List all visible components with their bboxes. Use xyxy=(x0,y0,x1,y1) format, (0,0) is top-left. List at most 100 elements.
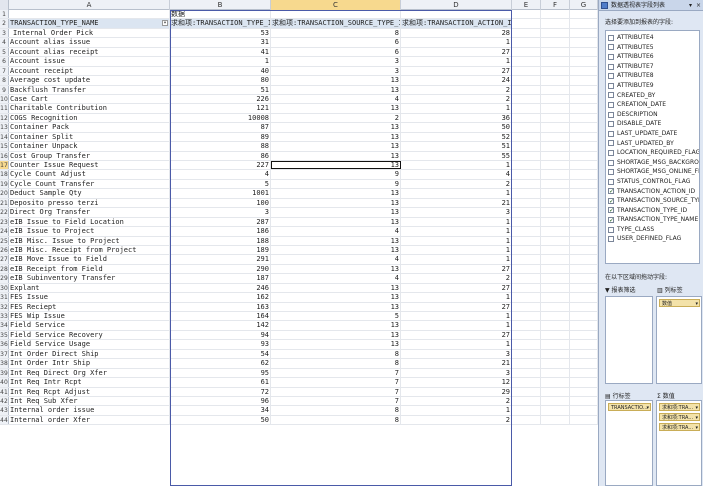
empty-cell[interactable] xyxy=(570,368,598,378)
sum-action-id-cell[interactable]: 12 xyxy=(401,378,512,387)
empty-cell[interactable] xyxy=(512,349,541,359)
sum-action-id-cell[interactable]: 4 xyxy=(401,170,512,179)
field-item[interactable]: STATUS_CONTROL_FLAG xyxy=(608,177,699,187)
transaction-type-name-cell[interactable]: FES Wip Issue xyxy=(9,312,170,321)
empty-cell[interactable] xyxy=(541,330,570,340)
sum-source-type-id-cell[interactable]: 13 xyxy=(271,151,401,160)
sum-action-id-cell[interactable]: 1 xyxy=(401,236,512,245)
empty-cell[interactable] xyxy=(570,264,598,274)
field-item[interactable]: ATTRIBUTE5 xyxy=(608,43,699,53)
transaction-type-name-cell[interactable]: Int Order Direct Ship xyxy=(9,349,170,359)
transaction-type-name-cell[interactable]: Deposito presso terzi xyxy=(9,198,170,208)
row-number[interactable]: 30 xyxy=(0,283,9,293)
sum-action-id-cell[interactable]: 50 xyxy=(401,123,512,132)
empty-cell[interactable] xyxy=(541,264,570,274)
sum-source-type-id-cell[interactable]: 8 xyxy=(271,415,401,425)
sum-type-id-cell[interactable]: 41 xyxy=(170,47,271,57)
row-number[interactable]: 26 xyxy=(0,245,9,255)
row-number[interactable]: 35 xyxy=(0,330,9,340)
empty-cell[interactable] xyxy=(570,151,598,160)
empty-cell[interactable] xyxy=(541,227,570,236)
empty-cell[interactable] xyxy=(512,321,541,330)
empty-cell[interactable] xyxy=(570,179,598,189)
row-number[interactable]: 11 xyxy=(0,104,9,113)
header-sum-action-id[interactable]: 求和项:TRANSACTION_ACTION_ID xyxy=(401,19,512,28)
sum-type-id-cell[interactable]: 164 xyxy=(170,312,271,321)
row-number[interactable]: 41 xyxy=(0,387,9,396)
row-number[interactable]: 31 xyxy=(0,293,9,302)
sum-source-type-id-cell[interactable]: 13 xyxy=(271,76,401,85)
checkbox-icon[interactable] xyxy=(608,111,614,118)
sum-source-type-id-cell[interactable]: 13 xyxy=(271,283,401,293)
transaction-type-name-cell[interactable]: Counter Issue Request xyxy=(9,161,170,170)
sum-source-type-id-cell[interactable]: 13 xyxy=(271,198,401,208)
empty-cell[interactable] xyxy=(512,378,541,387)
sum-type-id-cell[interactable]: 72 xyxy=(170,387,271,396)
row-field-chip[interactable]: TRANSACTIO... ▾ xyxy=(608,403,651,411)
sum-action-id-cell[interactable]: 2 xyxy=(401,179,512,189)
sum-source-type-id-cell[interactable]: 13 xyxy=(271,123,401,132)
sum-type-id-cell[interactable]: 62 xyxy=(170,359,271,368)
checked-checkbox-icon[interactable]: ✓ xyxy=(608,188,614,195)
sum-action-id-cell[interactable]: 3 xyxy=(401,349,512,359)
sum-source-type-id-cell[interactable]: 13 xyxy=(271,85,401,94)
empty-cell[interactable] xyxy=(570,189,598,198)
empty-cell[interactable] xyxy=(512,227,541,236)
header-sum-source-type-id[interactable]: 求和项:TRANSACTION_SOURCE_TYPE_ID xyxy=(271,19,401,28)
row-number[interactable]: 42 xyxy=(0,396,9,406)
sum-action-id-cell[interactable]: 1 xyxy=(401,57,512,66)
row-number[interactable]: 13 xyxy=(0,123,9,132)
cell-c1[interactable] xyxy=(271,10,401,19)
empty-cell[interactable] xyxy=(541,293,570,302)
empty-cell[interactable] xyxy=(512,255,541,264)
field-item[interactable]: ✓TRANSACTION_SOURCE_TYPE_ID xyxy=(608,196,699,206)
field-item[interactable]: ✓ TRANSACTION_ACTION_ID xyxy=(608,187,699,197)
sum-type-id-cell[interactable]: 96 xyxy=(170,396,271,406)
transaction-type-name-cell[interactable]: Container Split xyxy=(9,132,170,142)
sum-type-id-cell[interactable]: 54 xyxy=(170,349,271,359)
sum-action-id-cell[interactable]: 2 xyxy=(401,415,512,425)
sum-action-id-cell[interactable]: 52 xyxy=(401,132,512,142)
cell-e1[interactable] xyxy=(512,10,541,19)
transaction-type-name-cell[interactable]: FES Reciept xyxy=(9,302,170,311)
column-header-b[interactable]: B xyxy=(170,0,271,10)
transaction-type-name-cell[interactable]: Int Req Sub Xfer xyxy=(9,396,170,406)
row-number[interactable]: 28 xyxy=(0,264,9,274)
transaction-type-name-cell[interactable]: Internal order Xfer xyxy=(9,415,170,425)
empty-cell[interactable] xyxy=(541,302,570,311)
empty-cell[interactable] xyxy=(541,208,570,217)
empty-cell[interactable] xyxy=(512,396,541,406)
transaction-type-name-cell[interactable]: Account issue xyxy=(9,57,170,66)
empty-cell[interactable] xyxy=(570,123,598,132)
empty-cell[interactable] xyxy=(512,113,541,123)
column-header-a[interactable]: A xyxy=(9,0,170,10)
empty-cell[interactable] xyxy=(541,378,570,387)
empty-cell[interactable] xyxy=(512,274,541,283)
field-item[interactable]: USER_DEFINED_FLAG xyxy=(608,234,699,244)
checkbox-icon[interactable] xyxy=(608,73,614,80)
pane-menu-icon[interactable]: ▾ xyxy=(689,0,692,11)
sum-type-id-cell[interactable]: 61 xyxy=(170,378,271,387)
empty-cell[interactable] xyxy=(541,76,570,85)
transaction-type-name-cell[interactable]: Account receipt xyxy=(9,66,170,76)
field-item[interactable]: ATTRIBUTE4 xyxy=(608,33,699,43)
sum-source-type-id-cell[interactable]: 8 xyxy=(271,349,401,359)
row-number[interactable]: 27 xyxy=(0,255,9,264)
sum-action-id-cell[interactable]: 1 xyxy=(401,161,512,170)
sum-source-type-id-cell[interactable]: 9 xyxy=(271,179,401,189)
transaction-type-name-cell[interactable]: Explant xyxy=(9,283,170,293)
transaction-type-name-cell[interactable]: Account alias receipt xyxy=(9,47,170,57)
transaction-type-name-cell[interactable]: Cost Group Transfer xyxy=(9,151,170,160)
transaction-type-name-cell[interactable]: Field Service Recovery xyxy=(9,330,170,340)
sum-type-id-cell[interactable]: 287 xyxy=(170,217,271,227)
empty-cell[interactable] xyxy=(512,330,541,340)
field-item[interactable]: ATTRIBUTE7 xyxy=(608,62,699,72)
cell-e2[interactable] xyxy=(512,19,541,28)
row-number[interactable]: 43 xyxy=(0,406,9,415)
empty-cell[interactable] xyxy=(570,321,598,330)
checkbox-icon[interactable] xyxy=(608,169,614,176)
pivot-data-label[interactable]: 数据 xyxy=(170,10,271,19)
empty-cell[interactable] xyxy=(512,368,541,378)
empty-cell[interactable] xyxy=(570,28,598,38)
row-labels-area[interactable]: TRANSACTIO... ▾ xyxy=(605,400,653,486)
